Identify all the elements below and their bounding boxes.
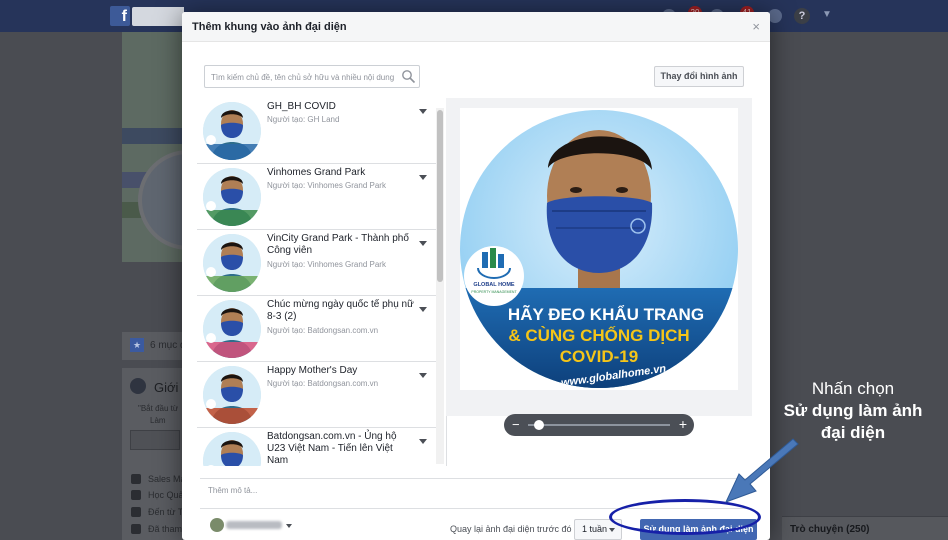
annotation-line-1: Nhấn chọn — [811, 379, 895, 398]
chevron-down-icon[interactable] — [419, 307, 427, 312]
zoom-track[interactable] — [528, 424, 670, 426]
facebook-logo-icon[interactable]: f — [110, 6, 130, 26]
frame-thumbnail — [203, 102, 261, 160]
chevron-down-icon[interactable] — [419, 373, 427, 378]
frame-list-item[interactable]: Vinhomes Grand Park Người tạo: Vinhomes G… — [197, 164, 437, 230]
help-icon[interactable]: ? — [794, 8, 810, 24]
globe-icon — [130, 378, 146, 394]
arrow-icon — [725, 438, 799, 503]
frame-search-input[interactable] — [211, 71, 399, 83]
frame-name: VinCity Grand Park - Thành phố Công viên — [267, 233, 409, 256]
dialog-header: Thêm khung vào ảnh đại diện × — [182, 12, 770, 42]
preview-photo[interactable]: HÃY ĐEO KHẨU TRANG & CÙNG CHỐNG DỊCH COV… — [460, 108, 738, 390]
duration-value: 1 tuần — [582, 524, 608, 534]
description-input[interactable] — [208, 486, 508, 500]
graduation-icon — [131, 490, 141, 500]
briefcase-icon — [131, 474, 141, 484]
banner-line-1: HÃY ĐEO KHẨU TRANG — [508, 304, 704, 324]
frame-thumbnail — [203, 432, 261, 466]
frame-creator: Người tạo: Batdongsan.com.vn — [267, 326, 379, 335]
edit-bio-button[interactable] — [130, 430, 180, 450]
zoom-slider[interactable]: − + — [504, 414, 694, 436]
add-frame-dialog: Thêm khung vào ảnh đại diện × Thay đổi h… — [182, 12, 770, 540]
logo-subtext: PROPERTY MANAGEMENT — [471, 290, 517, 294]
annotation-line-2: Sử dụng làm ảnh — [783, 401, 923, 420]
frame-name: Vinhomes Grand Park — [267, 167, 366, 178]
chat-label: Trò chuyện (250) — [790, 524, 870, 535]
frame-creator: Người tạo: Batdongsan.com.vn — [267, 379, 379, 388]
frame-thumbnail — [203, 300, 261, 358]
revert-label: Quay lại ảnh đại diện trước đó — [450, 524, 572, 534]
zoom-thumb[interactable] — [534, 420, 545, 430]
location-icon — [131, 507, 141, 517]
frame-preview-area: HÃY ĐEO KHẨU TRANG & CÙNG CHỐNG DỊCH COV… — [446, 98, 752, 416]
frame-name: GH_BH COVID — [267, 101, 336, 112]
frame-creator: Người tạo: Vinhomes Grand Park — [267, 181, 386, 190]
blurred-owner-name — [226, 521, 282, 529]
frame-list-item[interactable]: VinCity Grand Park - Thành phố Công viên… — [197, 230, 437, 296]
audience-selector[interactable] — [210, 517, 292, 533]
framed-profile-photo: HÃY ĐEO KHẨU TRANG & CÙNG CHỐNG DỊCH COV… — [460, 108, 738, 390]
frame-name: Chúc mừng ngày quốc tế phụ nữ 8-3 (2) — [267, 299, 414, 322]
account-menu-caret-icon[interactable]: ▼ — [822, 9, 832, 20]
intro-snippet: "Bắt đầu từ — [138, 404, 179, 413]
chevron-down-icon[interactable] — [419, 109, 427, 114]
search-icon[interactable] — [401, 69, 416, 84]
frame-search-box[interactable] — [204, 65, 420, 88]
frame-creator: Người tạo: Vinhomes Grand Park — [267, 260, 386, 269]
annotation-line-3: đại diện — [820, 423, 886, 442]
zoom-out-icon[interactable]: − — [512, 417, 520, 432]
frame-list-item[interactable]: Chúc mừng ngày quốc tế phụ nữ 8-3 (2) Ngư… — [197, 296, 437, 362]
frame-name: Batdongsan.com.vn - Ủng hộ U23 Việt Nam … — [267, 431, 397, 466]
frame-thumbnail — [203, 234, 261, 292]
frame-list-item[interactable]: Happy Mother's Day Người tạo: Batdongsan.… — [197, 362, 437, 428]
instruction-annotation: Nhấn chọn Sử dụng làm ảnh đại diện — [770, 378, 936, 444]
intro-snippet: Làm — [150, 416, 166, 425]
chat-sidebar-bar[interactable]: Trò chuyện (250) — [782, 516, 948, 540]
facebook-search-bar[interactable] — [132, 7, 184, 26]
close-icon[interactable]: × — [752, 19, 760, 34]
frame-list-scrollbar[interactable] — [436, 108, 444, 464]
frame-thumbnail — [203, 366, 261, 424]
chevron-down-icon[interactable] — [419, 241, 427, 246]
banner-line-2: & CÙNG CHỐNG DỊCH — [508, 325, 689, 345]
zoom-in-icon[interactable]: + — [679, 416, 687, 432]
star-icon: ★ — [130, 338, 144, 352]
chevron-down-icon[interactable] — [419, 175, 427, 180]
clock-icon — [131, 524, 141, 534]
change-photo-button[interactable]: Thay đổi hình ảnh — [654, 66, 744, 87]
detail-joined: Đã tham — [148, 524, 183, 534]
frame-list: GH_BH COVID Người tạo: GH Land Vinhomes Gr… — [197, 98, 447, 466]
avatar — [210, 518, 224, 532]
detail-work: Sales Ma — [148, 474, 186, 484]
frame-list-item[interactable]: Batdongsan.com.vn - Ủng hộ U23 Việt Nam … — [197, 428, 437, 466]
intro-title: Giới t — [154, 380, 186, 395]
detail-study: Học Quả — [148, 490, 184, 500]
frame-name: Happy Mother's Day — [267, 365, 358, 376]
chevron-down-icon — [286, 524, 292, 528]
chevron-down-icon — [609, 528, 615, 532]
scrollbar-thumb[interactable] — [437, 110, 443, 282]
pages-count-text: 6 mục đ — [150, 340, 186, 351]
frame-thumbnail — [203, 168, 261, 226]
chevron-down-icon[interactable] — [419, 439, 427, 444]
dialog-title: Thêm khung vào ảnh đại diện — [192, 21, 347, 33]
banner-line-3: COVID-19 — [560, 347, 638, 366]
detail-from: Đến từ T — [148, 507, 184, 517]
logo-text: GLOBAL HOME — [473, 282, 514, 288]
frame-creator: Người tạo: GH Land — [267, 115, 340, 124]
notifications-icon[interactable] — [768, 9, 782, 23]
frame-list-item[interactable]: GH_BH COVID Người tạo: GH Land — [197, 98, 437, 164]
